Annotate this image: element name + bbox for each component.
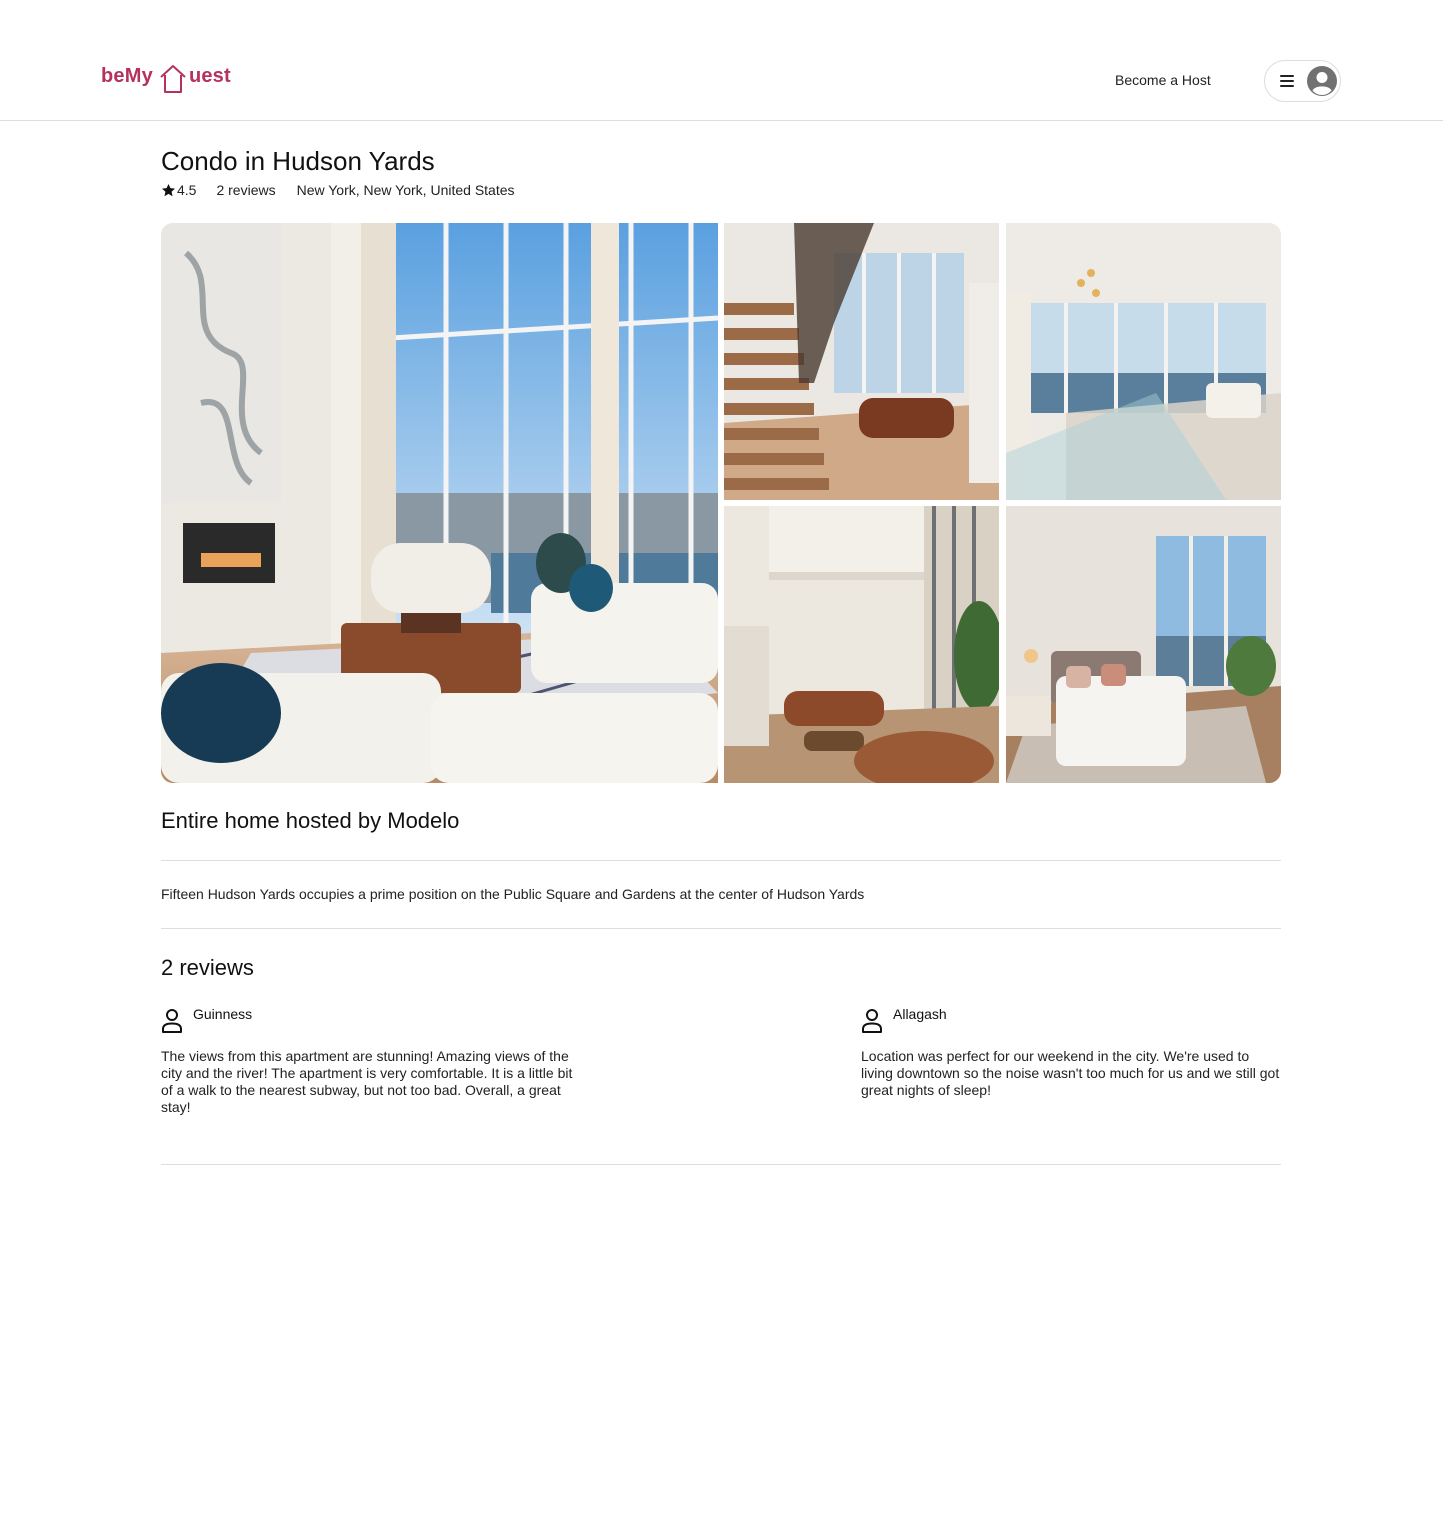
logo[interactable]: beMy uest [101,57,231,93]
reviewer-name: Allagash [893,1006,947,1022]
star-icon [162,183,175,196]
logo-text-part1: beMy [101,65,153,87]
person-outline-icon [162,1009,182,1033]
house-outline-icon [160,65,186,93]
reviews-count-link[interactable]: 2 reviews [216,182,275,198]
reviews-heading: 2 reviews [161,955,254,980]
gallery-photo-5[interactable] [1006,506,1281,783]
reviewer: Guinness [161,1006,581,1034]
listing-location[interactable]: New York, New York, United States [297,182,515,198]
listing-meta: 4.5 2 reviews New York, New York, United… [161,182,515,198]
become-host-link[interactable]: Become a Host [1115,72,1211,88]
photo-gallery [161,223,1281,783]
review-text: The views from this apartment are stunni… [161,1048,573,1115]
section-divider [161,860,1281,861]
user-menu-button[interactable] [1264,60,1341,102]
logo-text-part2: uest [188,65,231,87]
host-heading: Entire home hosted by Modelo [161,808,460,833]
gallery-photo-4[interactable] [724,506,999,783]
review-text: Location was perfect for our weekend in … [861,1048,1280,1098]
section-divider [161,928,1281,929]
listing-description: Fifteen Hudson Yards occupies a prime po… [161,886,865,902]
gallery-photo-main[interactable] [161,223,718,783]
hamburger-icon [1280,75,1294,87]
listing-title: Condo in Hudson Yards [161,146,435,176]
reviewer: Allagash [861,1006,1281,1034]
top-navbar: beMy uest Become a Host [0,0,1443,121]
gallery-photo-2[interactable] [724,223,999,500]
section-divider [161,1164,1281,1165]
gallery-photo-3[interactable] [1006,223,1281,500]
review-card: Guinness The views from this apartment a… [161,1006,581,1116]
user-avatar-icon [1307,66,1337,96]
reviewer-name: Guinness [193,1006,253,1022]
rating-value: 4.5 [177,182,197,198]
person-outline-icon [862,1009,882,1033]
review-card: Allagash Location was perfect for our we… [861,1006,1281,1099]
